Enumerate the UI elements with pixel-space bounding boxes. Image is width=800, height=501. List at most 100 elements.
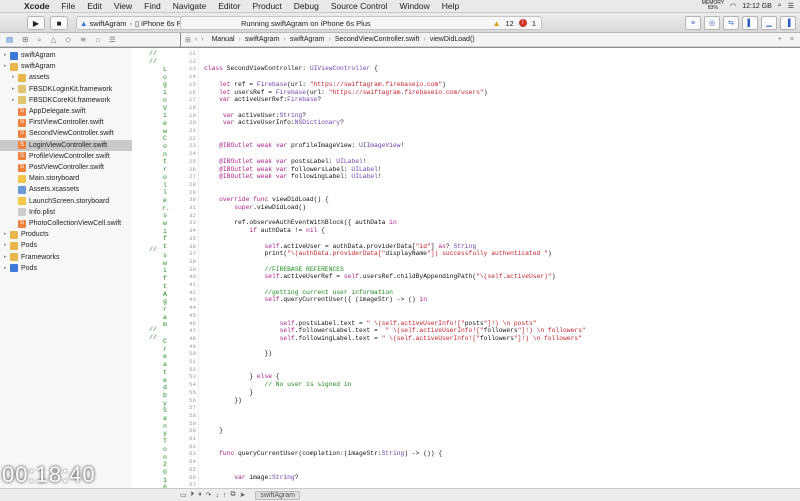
code-line[interactable]: class SecondViewController: UIViewContro… [204, 65, 378, 73]
code-line[interactable]: }) [204, 397, 242, 405]
find-navigator-icon[interactable]: ⌕ [37, 35, 41, 45]
menu-edit[interactable]: Edit [81, 1, 108, 11]
menu-xcode[interactable]: Xcode [18, 1, 56, 11]
error-count[interactable]: 1 [532, 19, 536, 28]
code-line[interactable]: @IBOutlet weak var followersLabel: UILab… [204, 166, 382, 174]
code-line[interactable]: print("\(authData.providerData["displayN… [204, 250, 551, 258]
code-line[interactable]: @IBOutlet weak var profileImageView: UII… [204, 142, 404, 150]
code-line[interactable]: self.activeUserRef = self.usersRef.child… [204, 273, 555, 281]
close-editor-icon[interactable]: × [790, 36, 794, 43]
close-window-dot[interactable] [4, 16, 13, 28]
menu-product[interactable]: Product [246, 1, 287, 11]
line-number: 36 [189, 242, 196, 250]
forward-icon[interactable]: › [201, 36, 203, 43]
code-line[interactable]: self.postsLabel.text = " \(self.activeUs… [204, 320, 537, 328]
run-button[interactable]: ▶ [27, 16, 45, 30]
menu-debug[interactable]: Debug [288, 1, 325, 11]
location-icon[interactable]: ➤ [240, 491, 246, 499]
clock-label[interactable]: 12:12 GB [742, 3, 772, 10]
code-line[interactable]: if authData != nil { [204, 227, 325, 235]
menu-help[interactable]: Help [436, 1, 465, 11]
debug-target[interactable]: swiftAgram [255, 490, 300, 500]
code-line[interactable]: self.activeUser = authData.providerData[… [204, 243, 476, 251]
step-in-icon[interactable]: ↓ [216, 492, 220, 499]
jump-bar-segment[interactable]: swiftAgram [241, 36, 284, 43]
project-navigator-icon[interactable]: ▤ [6, 35, 13, 44]
code-line[interactable]: @IBOutlet weak var followingLabel: UILab… [204, 173, 382, 181]
navigator-item-label: ProfileViewController.swift [29, 152, 110, 160]
standard-editor-icon[interactable]: ≡ [685, 16, 701, 30]
search-icon[interactable]: ⌕ [778, 2, 782, 10]
line-number: 32 [189, 211, 196, 219]
grid-icon[interactable]: ⊞ [185, 36, 191, 44]
code-line[interactable]: var image:String? [204, 474, 298, 482]
list-icon[interactable]: ☰ [788, 2, 794, 10]
line-number: 17 [189, 96, 196, 104]
line-number: 53 [189, 373, 196, 381]
code-line[interactable]: super.viewDidLoad() [204, 204, 306, 212]
menu-view[interactable]: View [108, 1, 138, 11]
wifi-icon[interactable]: ◠ [730, 2, 736, 10]
navigator-item-label: Products [21, 231, 49, 239]
code-line[interactable]: var activeUserInfo:NSDictionary? [204, 119, 344, 127]
menu-editor[interactable]: Editor [212, 1, 246, 11]
menu-window[interactable]: Window [394, 1, 436, 11]
menu-navigate[interactable]: Navigate [167, 1, 213, 11]
code-line[interactable]: override func viewDidLoad() { [204, 196, 329, 204]
test-navigator-icon[interactable]: ◇ [65, 35, 71, 44]
assistant-editor-icon[interactable]: ◎ [704, 16, 720, 30]
jump-bar-segment[interactable]: swiftAgram [286, 36, 329, 43]
source-editor[interactable]: 11 12 13 14 15 16 17 18 19 20 21 22 23 24 25 26 27 28 29 30… [182, 48, 800, 488]
code-line[interactable]: } [204, 427, 223, 435]
warning-icon[interactable]: ▲ [493, 19, 501, 28]
fw-icon [18, 96, 26, 105]
back-icon[interactable]: ‹ [195, 36, 197, 43]
debug-area-toggle-icon[interactable]: ▭ [180, 491, 187, 499]
breakpoint-navigator-icon[interactable]: ⌂ [95, 35, 100, 44]
code-line[interactable]: @IBOutlet weak var postsLabel: UILabel! [204, 158, 366, 166]
pause-icon[interactable]: ⏸ [198, 491, 202, 499]
code-line[interactable]: // No user is signed in [204, 381, 351, 389]
warning-count[interactable]: 12 [505, 19, 513, 28]
code-line[interactable]: var activeUserRef:Firebase? [204, 96, 321, 104]
code-line[interactable]: } else { [204, 373, 279, 381]
breakpoints-icon[interactable]: ⏵ [191, 491, 195, 499]
menu-source-control[interactable]: Source Control [325, 1, 394, 11]
scheme-selector[interactable]: ▲ swiftAgram › ▯ iPhone 6s Plus [76, 16, 196, 30]
line-number: 15 [189, 80, 196, 88]
code-line[interactable]: self.followersLabel.text = " \(self.acti… [204, 327, 586, 335]
menu-file[interactable]: File [56, 1, 82, 11]
code-line[interactable]: //FIREBASE REFERENCES [204, 266, 343, 274]
code-line[interactable]: //getting current user information [204, 289, 392, 297]
code-line[interactable]: self.queryCurrentUser({ (imageStr) -> ()… [204, 296, 427, 304]
jump-bar-segment[interactable]: viewDidLoad() [426, 36, 479, 43]
utilities-toggle-icon[interactable]: ▐ [780, 16, 796, 30]
debug-navigator-icon[interactable]: ≋ [80, 35, 86, 44]
error-icon[interactable]: ! [518, 19, 527, 27]
jump-bar-segment[interactable]: SecondViewController.swift [331, 36, 424, 43]
issue-navigator-icon[interactable]: △ [51, 35, 57, 44]
line-number: 40 [189, 273, 196, 281]
jump-bar-segment[interactable]: Manual [208, 36, 239, 43]
code-line[interactable]: }) [204, 350, 272, 358]
view-hierarchy-icon[interactable]: ⧉ [231, 491, 236, 499]
step-over-icon[interactable]: ↷ [206, 491, 212, 499]
code-line[interactable]: ref.observeAuthEventWithBlock({ authData… [204, 219, 397, 227]
symbol-navigator-icon[interactable]: ⊞ [22, 35, 28, 44]
code-line[interactable]: let ref = Firebase(url: "https://swiftag… [204, 81, 446, 89]
line-number: 19 [189, 111, 196, 119]
debug-toggle-icon[interactable]: ▁ [761, 16, 777, 30]
code-line[interactable]: let usersRef = Firebase(url: "https://sw… [204, 89, 487, 97]
add-editor-icon[interactable]: + [778, 36, 782, 43]
stop-button[interactable]: ■ [50, 16, 68, 30]
code-line[interactable]: var activeUser:String? [204, 112, 306, 120]
menu-find[interactable]: Find [138, 1, 167, 11]
navigator-toggle-icon[interactable]: ▌ [742, 16, 758, 30]
step-out-icon[interactable]: ↑ [223, 492, 227, 499]
report-navigator-icon[interactable]: ☰ [109, 35, 116, 44]
code-line[interactable]: self.followingLabel.text = " \(self.acti… [204, 335, 582, 343]
line-number: 65 [189, 465, 196, 473]
code-line[interactable]: } [204, 389, 253, 397]
version-editor-icon[interactable]: ⇆ [723, 16, 739, 30]
code-line[interactable]: func queryCurrentUser(completion:(imageS… [204, 450, 442, 458]
